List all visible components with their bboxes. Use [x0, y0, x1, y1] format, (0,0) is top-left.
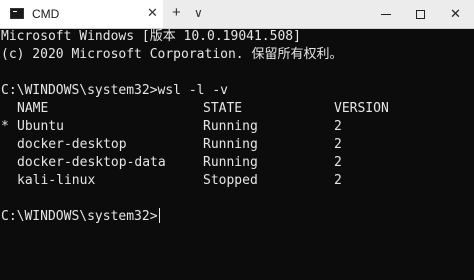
- tab-title: CMD: [32, 7, 60, 21]
- distro-state: Running: [203, 137, 258, 152]
- cmd-window: CMD ✕ + ∨ ✕ Microsoft Windows [版本 10.0.1…: [0, 0, 474, 280]
- default-marker: *: [1, 119, 9, 134]
- distro-name: docker-desktop: [17, 137, 127, 152]
- column-state-header: STATE: [203, 101, 243, 116]
- column-name-header: NAME: [17, 101, 49, 116]
- minimize-button[interactable]: [368, 0, 403, 28]
- distro-version: 2: [334, 137, 342, 152]
- title-bar: CMD ✕ + ∨ ✕: [0, 0, 474, 29]
- minimize-icon: [380, 14, 391, 16]
- maximize-icon: [416, 10, 425, 20]
- text-cursor: [158, 208, 160, 223]
- distro-name: kali-linux: [17, 173, 96, 188]
- distro-state: Stopped: [203, 173, 258, 188]
- distro-state: Running: [203, 155, 258, 170]
- command-line: C:\WINDOWS\system32>wsl -l -v: [1, 83, 228, 98]
- header-line-2: (c) 2020 Microsoft Corporation. 保留所有权利。: [1, 47, 343, 62]
- distro-version: 2: [334, 173, 342, 188]
- prompt-text: C:\WINDOWS\system32>: [1, 209, 158, 224]
- new-tab-button[interactable]: +: [172, 5, 181, 21]
- distro-version: 2: [334, 119, 342, 134]
- distro-state: Running: [203, 119, 258, 134]
- console-output[interactable]: Microsoft Windows [版本 10.0.19041.508] (c…: [0, 28, 474, 280]
- close-button[interactable]: ✕: [438, 0, 473, 28]
- maximize-button[interactable]: [403, 0, 438, 28]
- terminal-icon: [10, 8, 24, 19]
- tab-dropdown-button[interactable]: ∨: [194, 6, 203, 20]
- column-version-header: VERSION: [334, 101, 389, 116]
- tab-close-button[interactable]: ✕: [147, 6, 158, 20]
- distro-version: 2: [334, 155, 342, 170]
- distro-name: Ubuntu: [17, 119, 64, 134]
- tab-cmd[interactable]: CMD ✕: [0, 0, 163, 28]
- distro-name: docker-desktop-data: [17, 155, 166, 170]
- header-line-1: Microsoft Windows [版本 10.0.19041.508]: [1, 29, 301, 44]
- prompt-line[interactable]: C:\WINDOWS\system32>: [1, 208, 160, 226]
